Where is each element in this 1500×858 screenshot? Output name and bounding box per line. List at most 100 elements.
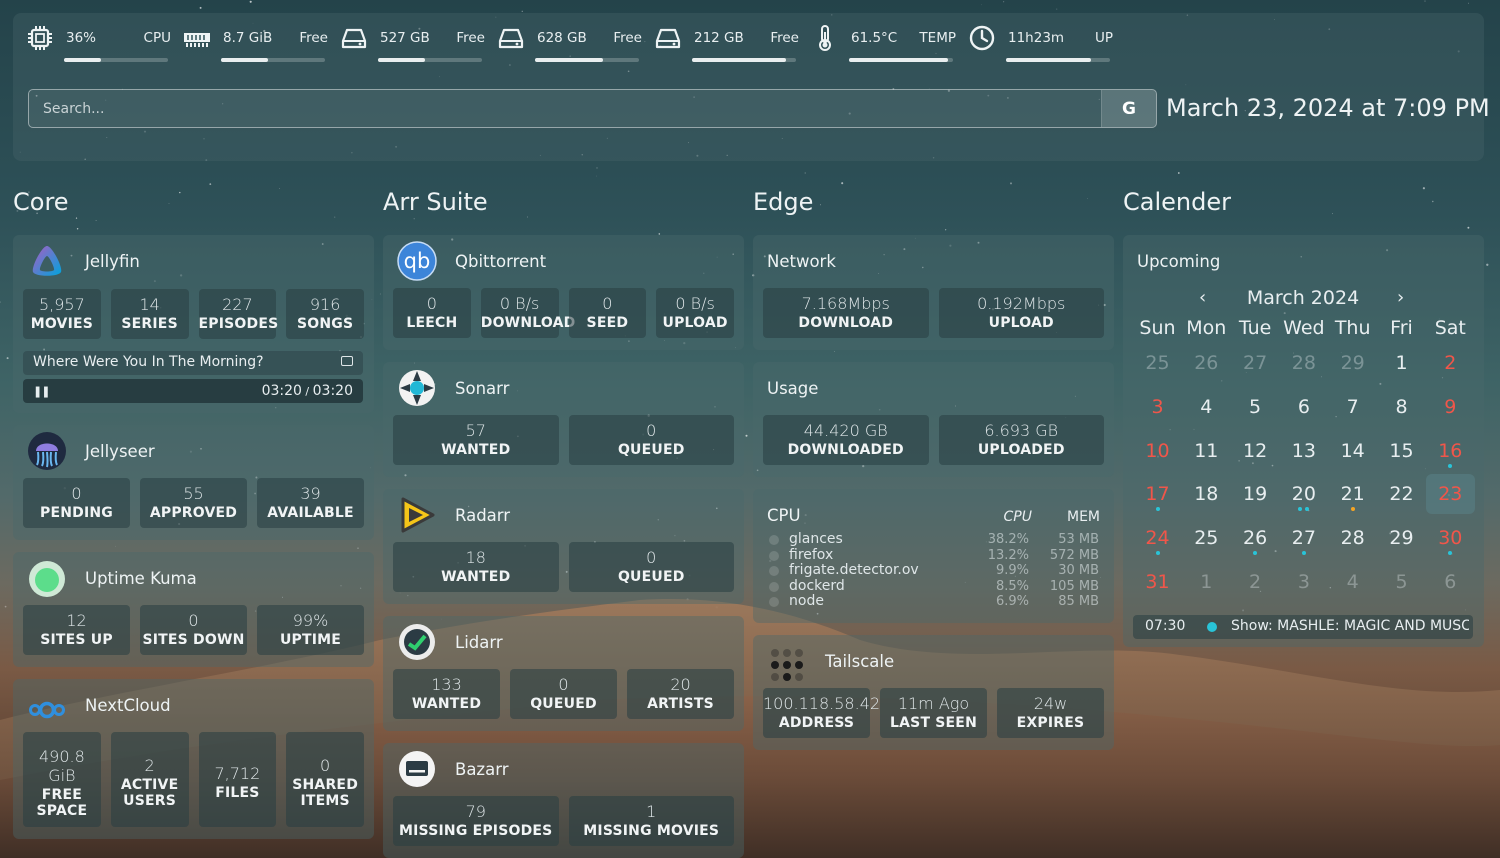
stat-value: 1 xyxy=(646,802,657,821)
cpu-processes-card[interactable]: CPU CPU MEM glances 38.2% 53 MB firefox 13.2… xyxy=(753,489,1114,623)
usage-stat-downloaded: 44.420 GB DOWNLOADED xyxy=(763,415,929,465)
calendar-day[interactable]: 2 xyxy=(1231,562,1280,602)
calendar-day[interactable]: 28 xyxy=(1328,518,1377,558)
qbittorrent-title: Qbittorrent xyxy=(455,252,547,271)
stat-label: APPROVED xyxy=(149,505,238,521)
resource-3: 628 GB Free xyxy=(497,22,642,62)
calendar-day[interactable]: 14 xyxy=(1328,431,1377,471)
calendar-day[interactable]: 19 xyxy=(1231,474,1280,514)
day-number: 24 xyxy=(1145,527,1170,550)
process-row: frigate.detector.ov 9.9% 30 MB xyxy=(767,563,1099,579)
calendar-day[interactable]: 8 xyxy=(1377,387,1426,427)
stat-label: WANTED xyxy=(441,569,511,585)
calendar-day[interactable]: 29 xyxy=(1377,518,1426,558)
calendar-day[interactable]: 23 xyxy=(1425,474,1475,515)
stat-label: MISSING MOVIES xyxy=(583,823,720,839)
calendar-day[interactable]: 24 xyxy=(1133,518,1182,558)
calendar-day[interactable]: 12 xyxy=(1231,431,1280,471)
calendar-day[interactable]: 25 xyxy=(1182,518,1231,558)
day-number: 28 xyxy=(1291,352,1316,374)
calendar-day[interactable]: 28 xyxy=(1279,343,1328,383)
calendar-day[interactable]: 6 xyxy=(1279,387,1328,427)
google-search-button[interactable]: G xyxy=(1101,90,1156,127)
calendar-day[interactable]: 3 xyxy=(1133,387,1182,427)
calendar-day[interactable]: 21 xyxy=(1328,474,1377,514)
calendar-day[interactable]: 26 xyxy=(1182,343,1231,383)
calendar-day[interactable]: 1 xyxy=(1377,343,1426,383)
stat-label: DOWNLOAD xyxy=(798,315,894,331)
lidarr-card[interactable]: Lidarr 133 WANTED 0 QUEUED 20 ARTISTS xyxy=(383,616,744,731)
jellyfin-card[interactable]: Jellyfin Where Were You In The Morning? … xyxy=(13,235,374,413)
process-cpu: 8.5% xyxy=(995,578,1029,594)
sonarr-card[interactable]: Sonarr 57 WANTED 0 QUEUED xyxy=(383,362,744,477)
calendar-day[interactable]: 5 xyxy=(1377,562,1426,602)
process-name: frigate.detector.ov xyxy=(789,562,919,578)
jellyseer-card[interactable]: Jellyseer 0 PENDING 55 APPROVED 39 AVAILABLE xyxy=(13,425,374,540)
network-card[interactable]: Network 7.168Mbps DOWNLOAD 0.192Mbps UPLOAD xyxy=(753,235,1114,350)
calendar-day[interactable]: 15 xyxy=(1377,431,1426,471)
day-number: 27 xyxy=(1291,527,1316,550)
now-playing[interactable]: Where Were You In The Morning? xyxy=(23,351,363,375)
calendar-day[interactable]: 4 xyxy=(1328,562,1377,602)
nextcloud-card[interactable]: NextCloud 490.8 GiB FREE SPACE 2 ACTIVE USE… xyxy=(13,679,374,839)
search-input[interactable] xyxy=(29,90,1101,127)
calendar-day[interactable]: 10 xyxy=(1133,431,1182,471)
calendar-day[interactable]: 26 xyxy=(1231,518,1280,558)
usage-card[interactable]: Usage 44.420 GB DOWNLOADED 6.693 GB UPLOADE… xyxy=(753,362,1114,477)
tailscale-icon xyxy=(771,649,803,681)
usage-title: Usage xyxy=(767,379,819,398)
calendar-day[interactable]: 9 xyxy=(1426,387,1475,427)
calendar-day[interactable]: 7 xyxy=(1328,387,1377,427)
calendar-day[interactable]: 11 xyxy=(1182,431,1231,471)
calendar-day[interactable]: 4 xyxy=(1182,387,1231,427)
stat-label: ARTISTS xyxy=(647,696,714,712)
calendar-day[interactable]: 17 xyxy=(1133,474,1182,514)
day-number: 2 xyxy=(1249,571,1262,593)
calendar-day[interactable]: 1 xyxy=(1182,562,1231,602)
stat-label: SONGS xyxy=(296,316,354,332)
bazarr-card[interactable]: Bazarr 79 MISSING EPISODES 1 MISSING MOVIES xyxy=(383,743,744,858)
day-number: 30 xyxy=(1438,527,1463,550)
star xyxy=(596,167,598,169)
calendar-day[interactable]: 30 xyxy=(1426,518,1475,558)
sonarr-title: Sonarr xyxy=(455,379,510,398)
calendar-day[interactable]: 3 xyxy=(1279,562,1328,602)
calendar-day[interactable]: 22 xyxy=(1377,474,1426,514)
lidarr-stat-artists: 20 ARTISTS xyxy=(627,669,734,719)
playback-bar[interactable]: ❚❚ 03:20 / 03:20 xyxy=(23,379,363,403)
radarr-card[interactable]: Radarr 18 WANTED 0 QUEUED xyxy=(383,489,744,604)
star xyxy=(521,10,523,12)
calendar-day[interactable]: 27 xyxy=(1231,343,1280,383)
day-number: 20 xyxy=(1291,483,1316,506)
cast-icon[interactable] xyxy=(341,356,353,366)
calendar-day[interactable]: 20 xyxy=(1279,474,1328,514)
resource-label: UP xyxy=(1094,30,1113,46)
resource-5: 61.5°C TEMP xyxy=(811,22,956,62)
calendar-day[interactable]: 5 xyxy=(1231,387,1280,427)
calendar-day[interactable]: 25 xyxy=(1133,343,1182,383)
mem-column-header: MEM xyxy=(1066,509,1100,525)
calendar-day[interactable]: 29 xyxy=(1328,343,1377,383)
uptime-kuma-card[interactable]: Uptime Kuma 12 SITES UP 0 SITES DOWN 99% UPTI… xyxy=(13,552,374,667)
prev-month-chevron-icon[interactable]: ‹ xyxy=(1199,287,1206,308)
star xyxy=(6,357,9,360)
stat-label: SERIES xyxy=(121,316,178,332)
calendar-day[interactable]: 13 xyxy=(1279,431,1328,471)
calendar-day[interactable]: 16 xyxy=(1426,431,1475,471)
calendar-day[interactable]: 27 xyxy=(1279,518,1328,558)
stat-value: 133 xyxy=(431,675,462,694)
next-month-chevron-icon[interactable]: › xyxy=(1397,287,1404,308)
calendar-day[interactable]: 18 xyxy=(1182,474,1231,514)
stat-value: 916 xyxy=(309,295,341,314)
calendar-day[interactable]: 2 xyxy=(1426,343,1475,383)
qbittorrent-card[interactable]: qb Qbittorrent 0 LEECH 0 B/s DOWNLOAD 0 SEED 0… xyxy=(383,235,744,350)
day-number: 27 xyxy=(1243,352,1268,374)
pause-icon[interactable]: ❚❚ xyxy=(33,385,50,398)
calendar-day[interactable]: 31 xyxy=(1133,562,1182,602)
calendar-day[interactable]: 6 xyxy=(1426,562,1475,602)
cpu-column-header: CPU xyxy=(1003,509,1032,525)
calendar-title: Upcoming xyxy=(1137,252,1221,271)
calendar-event[interactable]: 07:30 Show: MASHLE: MAGIC AND MUSCL xyxy=(1133,615,1473,639)
tailscale-card[interactable]: Tailscale 100.118.58.42 ADDRESS 11m Ago LAS… xyxy=(753,635,1114,750)
nextcloud-stat-shared-items: 0 SHARED ITEMS xyxy=(286,732,364,827)
